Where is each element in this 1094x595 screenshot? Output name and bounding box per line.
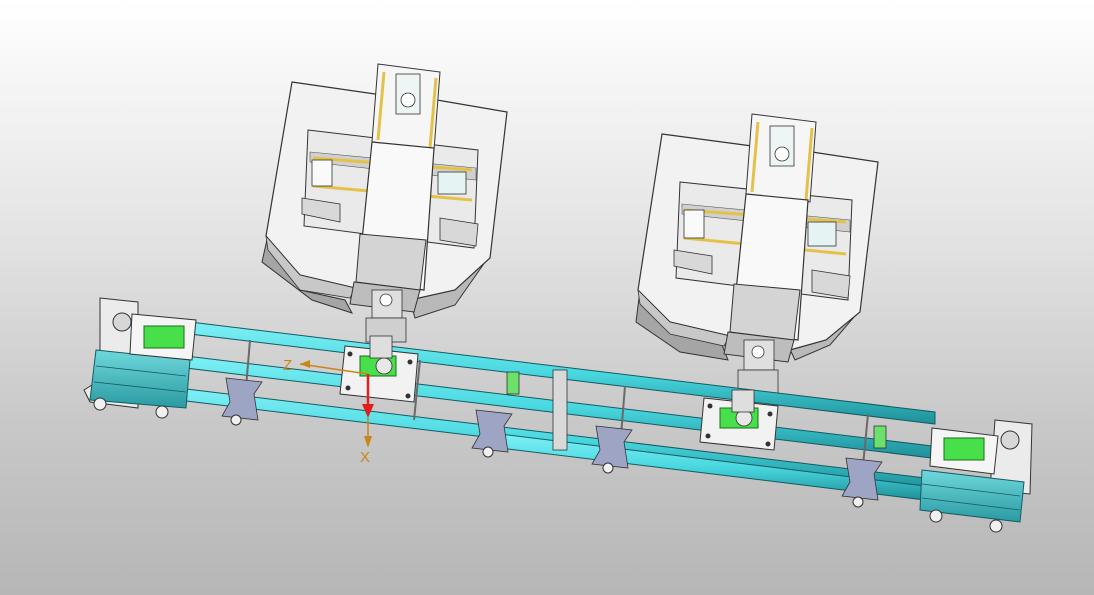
- z-axis-label: Z: [283, 357, 292, 374]
- end-housing-left[interactable]: [83, 297, 197, 419]
- x-axis-arrow-icon: [364, 436, 372, 448]
- assembly-model-canvas[interactable]: Z X: [0, 0, 1094, 595]
- machine-tool-left[interactable]: [261, 63, 508, 343]
- machine-tool-right[interactable]: [635, 113, 879, 397]
- z-axis-arrow-icon: [300, 360, 310, 368]
- end-housing-right[interactable]: [919, 419, 1033, 533]
- x-axis-label: X: [360, 449, 370, 466]
- conveyor-gantry[interactable]: [83, 297, 1033, 533]
- cad-3d-viewport[interactable]: Z X: [0, 0, 1094, 595]
